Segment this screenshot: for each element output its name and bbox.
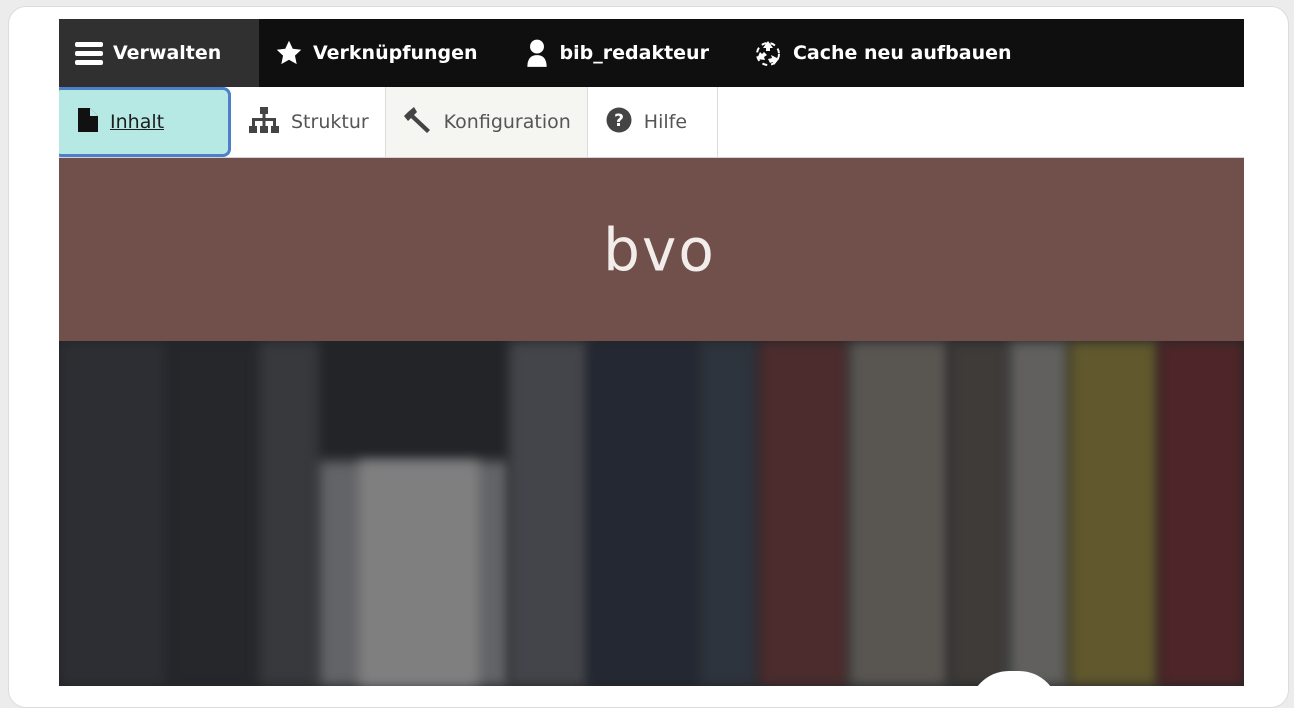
toolbar-shortcuts-label: Verknüpfungen: [313, 42, 478, 64]
screenshot-frame: Verwalten Verknüpfungen bib_redakteur Ca…: [8, 6, 1289, 708]
recycle-icon: [753, 38, 783, 68]
hero-image: [59, 341, 1244, 686]
admin-tray: Inhalt Struktur Konfiguration ? Hilfe: [59, 87, 1244, 158]
tray-item-content[interactable]: Inhalt: [59, 87, 231, 157]
admin-toolbar: Verwalten Verknüpfungen bib_redakteur Ca…: [59, 19, 1244, 87]
tray-item-content-label: Inhalt: [110, 111, 165, 133]
toolbar-rebuild-cache-button[interactable]: Cache neu aufbauen: [725, 19, 1028, 87]
toolbar-shortcuts-button[interactable]: Verknüpfungen: [259, 19, 494, 87]
toolbar-user-label: bib_redakteur: [559, 42, 709, 64]
tray-item-help-label: Hilfe: [643, 111, 688, 133]
help-icon: ?: [606, 107, 632, 138]
svg-text:?: ?: [614, 111, 624, 131]
tray-item-configuration[interactable]: Konfiguration: [385, 87, 588, 157]
user-icon: [524, 38, 550, 68]
tray-item-structure-label: Struktur: [291, 111, 369, 133]
wrench-icon: [403, 106, 432, 139]
tray-empty-area: [718, 87, 1244, 157]
site-header: bvo: [59, 158, 1244, 341]
toolbar-manage-button[interactable]: Verwalten: [59, 19, 259, 87]
toolbar-rebuild-cache-label: Cache neu aufbauen: [792, 42, 1012, 64]
tray-item-configuration-label: Konfiguration: [443, 111, 571, 133]
document-icon: [78, 107, 98, 137]
site-logo[interactable]: bvo: [603, 215, 716, 284]
star-icon: [275, 39, 303, 67]
toolbar-manage-label: Verwalten: [113, 42, 222, 64]
tray-item-structure[interactable]: Struktur: [231, 87, 386, 157]
toolbar-user-button[interactable]: bib_redakteur: [494, 19, 725, 87]
menu-icon: [75, 40, 103, 66]
sitemap-icon: [249, 106, 279, 138]
browser-viewport: Verwalten Verknüpfungen bib_redakteur Ca…: [59, 19, 1244, 686]
tray-item-help[interactable]: ? Hilfe: [587, 87, 719, 157]
